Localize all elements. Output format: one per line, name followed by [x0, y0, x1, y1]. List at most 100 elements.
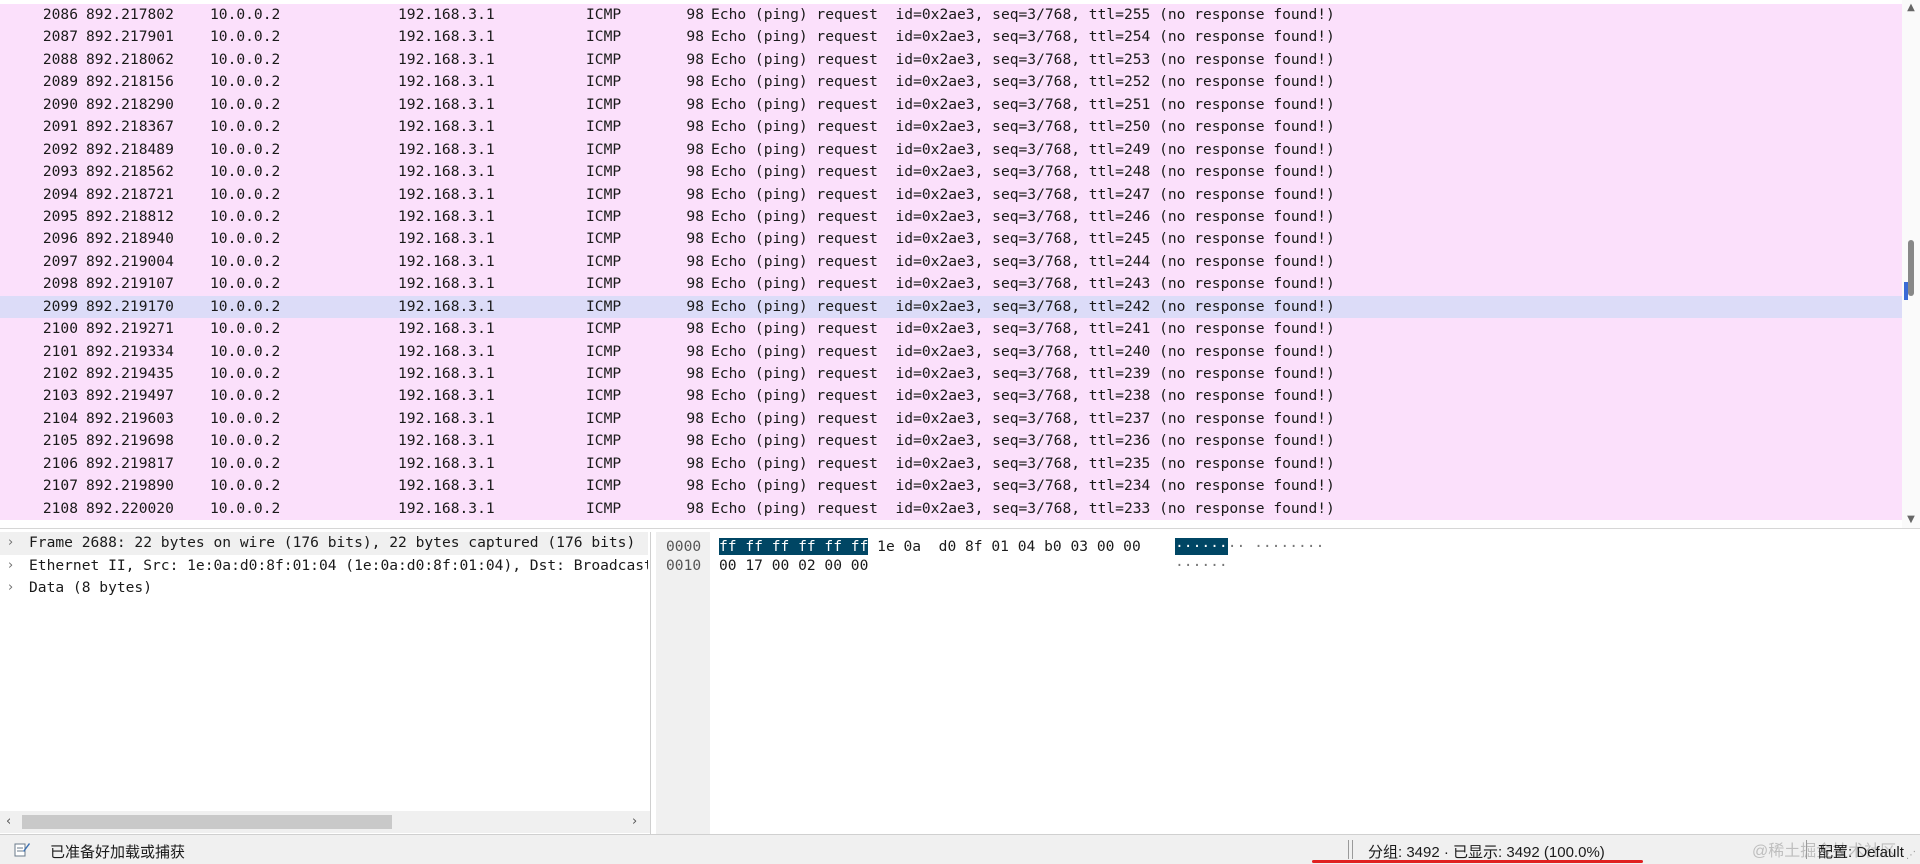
edit-capture-comment-icon[interactable] [14, 841, 30, 857]
details-tree-item[interactable]: › Data (8 bytes) [0, 577, 648, 600]
packet-row[interactable]: 2104 892.219603 10.0.0.2 192.168.3.1 ICMP 98 E… [0, 407, 1902, 431]
packet-number: 2107 [42, 477, 78, 495]
packet-row[interactable]: 2092 892.218489 10.0.0.2 192.168.3.1 ICMP 98 E… [0, 138, 1902, 162]
packet-row[interactable]: 2100 892.219271 10.0.0.2 192.168.3.1 ICMP 98 E… [0, 318, 1902, 341]
packet-protocol: ICMP [586, 230, 622, 248]
packet-destination: 192.168.3.1 [398, 140, 495, 158]
scroll-down-icon[interactable]: ▼ [1905, 514, 1917, 526]
packet-protocol: ICMP [586, 275, 622, 293]
packet-destination: 192.168.3.1 [398, 297, 495, 315]
packet-destination: 192.168.3.1 [398, 6, 495, 23]
packet-row[interactable]: 2101 892.219334 10.0.0.2 192.168.3.1 ICMP 98 E… [0, 340, 1902, 363]
details-horizontal-scrollbar[interactable]: ‹ › [0, 811, 650, 833]
packet-number: 2098 [42, 275, 78, 293]
packet-list-scrollbar[interactable]: ▲ ▼ [1902, 0, 1920, 528]
scroll-right-icon[interactable]: › [632, 815, 637, 829]
packet-row[interactable]: 2086 892.217802 10.0.0.2 192.168.3.1 ICMP 98 E… [0, 4, 1902, 27]
details-tree-item[interactable]: › Ethernet II, Src: 1e:0a:d0:8f:01:04 (1e… [0, 555, 648, 578]
packet-time: 892.219890 [86, 477, 174, 495]
hex-bytes[interactable]: 00 17 00 02 00 00 [719, 556, 868, 575]
packet-row[interactable]: 2089 892.218156 10.0.0.2 192.168.3.1 ICMP 98 E… [0, 71, 1902, 94]
packet-info: Echo (ping) request id=0x2ae3, seq=3/768… [711, 477, 1335, 495]
packet-info: Echo (ping) request id=0x2ae3, seq=3/768… [711, 6, 1335, 23]
packet-time: 892.218290 [86, 95, 174, 113]
packet-destination: 192.168.3.1 [398, 275, 495, 293]
packet-time: 892.217802 [86, 6, 174, 23]
hex-bytes-rest[interactable]: 1e 0a d0 8f 01 04 b0 03 00 00 [868, 538, 1141, 555]
packet-length: 98 [686, 499, 704, 517]
packet-info: Echo (ping) request id=0x2ae3, seq=3/768… [711, 95, 1335, 113]
packet-row[interactable]: 2087 892.217901 10.0.0.2 192.168.3.1 ICMP 98 E… [0, 26, 1902, 49]
hex-bytes[interactable]: ff ff ff ff ff ff 1e 0a d0 8f 01 04 b0 0… [719, 537, 1141, 556]
packet-row[interactable]: 2088 892.218062 10.0.0.2 192.168.3.1 ICMP 98 E… [0, 48, 1902, 72]
chevron-right-icon[interactable]: › [8, 532, 13, 555]
packet-info: Echo (ping) request id=0x2ae3, seq=3/768… [711, 50, 1335, 68]
scroll-left-icon[interactable]: ‹ [6, 815, 11, 829]
packet-destination: 192.168.3.1 [398, 477, 495, 495]
scroll-thumb[interactable] [1908, 240, 1914, 296]
packet-length: 98 [686, 477, 704, 495]
packet-protocol: ICMP [586, 50, 622, 68]
packet-source: 10.0.0.2 [210, 6, 281, 23]
packet-source: 10.0.0.2 [210, 140, 281, 158]
profile-indicator[interactable]: 配置: Default [1818, 841, 1904, 862]
packet-row[interactable]: 2099 892.219170 10.0.0.2 192.168.3.1 ICMP 98 E… [0, 295, 1902, 319]
packet-info: Echo (ping) request id=0x2ae3, seq=3/768… [711, 28, 1335, 46]
packet-protocol: ICMP [586, 140, 622, 158]
packet-row[interactable]: 2103 892.219497 10.0.0.2 192.168.3.1 ICMP 98 E… [0, 385, 1902, 408]
packet-protocol: ICMP [586, 163, 622, 181]
packet-source: 10.0.0.2 [210, 50, 281, 68]
packet-info: Echo (ping) request id=0x2ae3, seq=3/768… [711, 297, 1335, 315]
packet-row[interactable]: 2095 892.218812 10.0.0.2 192.168.3.1 ICMP 98 E… [0, 205, 1902, 229]
packet-source: 10.0.0.2 [210, 207, 281, 225]
packet-row[interactable]: 2102 892.219435 10.0.0.2 192.168.3.1 ICMP 98 E… [0, 363, 1902, 386]
scroll-thumb[interactable] [22, 815, 392, 829]
packet-protocol: ICMP [586, 73, 622, 91]
packet-length: 98 [686, 95, 704, 113]
scroll-up-icon[interactable]: ▲ [1905, 2, 1917, 14]
details-tree: › Frame 2688: 22 bytes on wire (176 bits)… [0, 532, 650, 600]
packet-row[interactable]: 2108 892.220020 10.0.0.2 192.168.3.1 ICMP 98 E… [0, 497, 1902, 521]
packet-source: 10.0.0.2 [210, 432, 281, 450]
packet-details-pane[interactable]: › Frame 2688: 22 bytes on wire (176 bits)… [0, 532, 651, 834]
ascii-bytes-rest[interactable]: ·· ········ [1228, 538, 1325, 555]
packet-row[interactable]: 2093 892.218562 10.0.0.2 192.168.3.1 ICMP 98 E… [0, 161, 1902, 184]
packet-source: 10.0.0.2 [210, 499, 281, 517]
details-tree-item[interactable]: › Frame 2688: 22 bytes on wire (176 bits)… [0, 532, 648, 555]
hex-bytes-highlighted[interactable]: ff ff ff ff ff ff [719, 538, 869, 555]
chevron-right-icon[interactable]: › [8, 555, 13, 578]
packet-destination: 192.168.3.1 [398, 252, 495, 270]
hex-bytes-rest[interactable]: 00 17 00 02 00 00 [719, 557, 868, 574]
packet-row[interactable]: 2106 892.219817 10.0.0.2 192.168.3.1 ICMP 98 E… [0, 452, 1902, 476]
packet-row[interactable]: 2097 892.219004 10.0.0.2 192.168.3.1 ICMP 98 E… [0, 250, 1902, 274]
packet-destination: 192.168.3.1 [398, 207, 495, 225]
packet-length: 98 [686, 140, 704, 158]
packet-bytes-pane[interactable]: 0000 ff ff ff ff ff ff 1e 0a d0 8f 01 04 … [656, 532, 1920, 834]
packet-destination: 192.168.3.1 [398, 163, 495, 181]
packet-row[interactable]: 2090 892.218290 10.0.0.2 192.168.3.1 ICMP 98 E… [0, 93, 1902, 117]
ascii-bytes[interactable]: ········ ········ [1175, 537, 1324, 556]
packet-protocol: ICMP [586, 207, 622, 225]
ascii-bytes-highlighted[interactable]: ······ [1175, 538, 1228, 555]
packet-row[interactable]: 2094 892.218721 10.0.0.2 192.168.3.1 ICMP 98 E… [0, 183, 1902, 206]
packet-row[interactable]: 2107 892.219890 10.0.0.2 192.168.3.1 ICMP 98 E… [0, 475, 1902, 498]
packet-row[interactable]: 2091 892.218367 10.0.0.2 192.168.3.1 ICMP 98 E… [0, 116, 1902, 139]
packet-number: 2092 [42, 140, 78, 158]
packet-source: 10.0.0.2 [210, 477, 281, 495]
packet-destination: 192.168.3.1 [398, 365, 495, 382]
ascii-bytes[interactable]: ······ [1175, 556, 1228, 575]
bytes-offset-gutter [656, 532, 710, 834]
packet-row[interactable]: 2096 892.218940 10.0.0.2 192.168.3.1 ICMP 98 E… [0, 228, 1902, 251]
packet-row[interactable]: 2105 892.219698 10.0.0.2 192.168.3.1 ICMP 98 E… [0, 430, 1902, 453]
packet-list[interactable]: 2086 892.217802 10.0.0.2 192.168.3.1 ICMP 98 E… [0, 0, 1920, 529]
ascii-bytes-rest[interactable]: ······ [1175, 557, 1228, 574]
packet-time: 892.219817 [86, 454, 174, 472]
packet-counts: 分组: 3492 · 已显示: 3492 (100.0%) [1368, 844, 1605, 861]
chevron-right-icon[interactable]: › [8, 577, 13, 600]
packet-destination: 192.168.3.1 [398, 342, 495, 360]
packet-protocol: ICMP [586, 297, 622, 315]
resize-grip-icon[interactable]: ⋰ [1906, 850, 1916, 861]
packet-row[interactable]: 2098 892.219107 10.0.0.2 192.168.3.1 ICMP 98 E… [0, 273, 1902, 296]
packet-info: Echo (ping) request id=0x2ae3, seq=3/768… [711, 387, 1335, 405]
packet-destination: 192.168.3.1 [398, 95, 495, 113]
